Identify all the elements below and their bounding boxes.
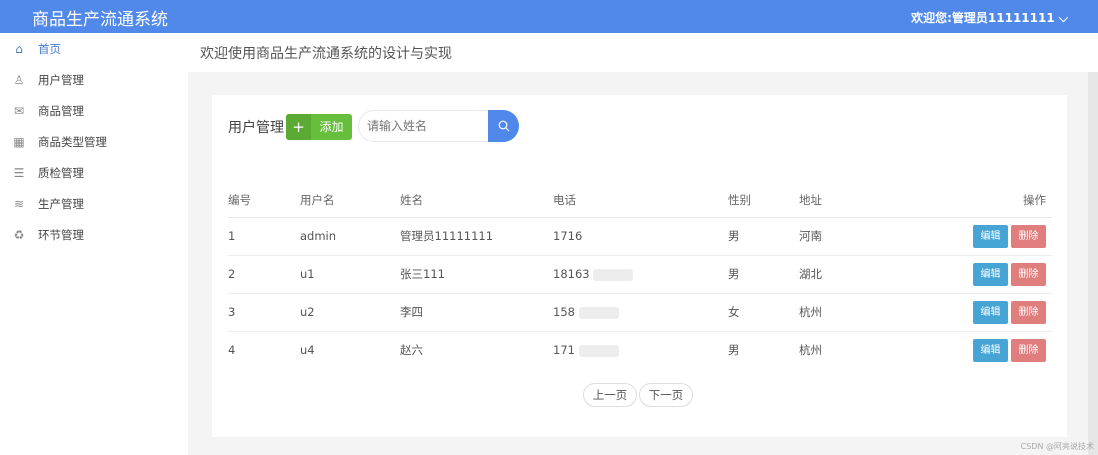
sidebar-item-label: 生产管理	[38, 196, 84, 211]
user-management-card: 用户管理 + 添加 编号 用户名 姓名 电话 性别 地址 操作 1 admin 管…	[212, 95, 1067, 437]
sidebar-item-label: 商品管理	[38, 103, 84, 118]
user-greeting: 欢迎您:管理员11111111	[911, 11, 1055, 25]
sidebar-item-label: 首页	[38, 41, 61, 56]
cell-address: 河南	[799, 217, 899, 256]
watermark: CSDN @阿亮说技术	[1020, 442, 1094, 451]
cell-actions: 编辑 删除	[899, 255, 1052, 294]
sidebar-item[interactable]: ▦ 商品类型管理	[0, 126, 188, 157]
col-username: 用户名	[300, 183, 400, 218]
top-header: 商品生产流通系统 欢迎您:管理员11111111 ⌵	[0, 0, 1098, 33]
sidebar-item[interactable]: ♻ 环节管理	[0, 219, 188, 250]
user-menu[interactable]: 欢迎您:管理员11111111 ⌵	[911, 9, 1068, 26]
cell-name: 管理员11111111	[400, 217, 553, 256]
cell-address: 杭州	[799, 293, 899, 332]
scrollbar[interactable]	[1088, 72, 1098, 455]
edit-button[interactable]: 编辑	[973, 262, 1008, 286]
sidebar-item[interactable]: ✉ 商品管理	[0, 95, 188, 126]
cell-id: 1	[228, 217, 300, 256]
col-address: 地址	[799, 183, 899, 218]
card-title: 用户管理	[228, 120, 284, 136]
clipboard-icon: ☰	[13, 165, 25, 180]
edit-button[interactable]: 编辑	[973, 224, 1008, 248]
cell-id: 2	[228, 255, 300, 294]
cell-name: 张三111	[400, 255, 553, 294]
cell-actions: 编辑 删除	[899, 331, 1052, 369]
cell-phone: 1716	[553, 217, 728, 256]
cell-gender: 男	[728, 255, 799, 294]
recycle-icon: ♻	[13, 227, 25, 242]
sidebar-item[interactable]: ≋ 生产管理	[0, 188, 188, 219]
cell-gender: 男	[728, 217, 799, 256]
delete-button[interactable]: 删除	[1011, 224, 1046, 248]
next-page-button[interactable]: 下一页	[639, 383, 693, 407]
redaction	[578, 306, 619, 319]
cell-username: u1	[300, 255, 400, 294]
page-title: 欢迎使用商品生产流通系统的设计与实现	[200, 46, 452, 62]
sidebar-item-label: 商品类型管理	[38, 134, 107, 149]
sidebar-item[interactable]: ☰ 质检管理	[0, 157, 188, 188]
layers-icon: ≋	[13, 196, 25, 211]
cell-gender: 女	[728, 293, 799, 332]
col-phone: 电话	[553, 183, 728, 218]
add-button[interactable]: + 添加	[286, 114, 352, 140]
cell-phone: 158	[553, 293, 728, 332]
phone-text: 1716	[553, 229, 583, 243]
table-row: 2 u1 张三111 18163 男 湖北 编辑 删除	[228, 255, 1052, 294]
col-id: 编号	[228, 183, 300, 218]
sidebar-item-label: 质检管理	[38, 165, 84, 180]
phone-text: 158	[553, 305, 575, 319]
grid-icon: ▦	[13, 134, 25, 149]
cell-address: 杭州	[799, 343, 822, 358]
cell-name: 李四	[400, 293, 553, 332]
user-table: 编号 用户名 姓名 电话 性别 地址 操作 1 admin 管理员1111111…	[228, 183, 1052, 369]
phone-text: 18163	[553, 267, 590, 281]
chevron-down-icon: ⌵	[1058, 11, 1068, 25]
home-icon: ⌂	[15, 41, 23, 56]
phone-text: 171	[553, 343, 575, 358]
cell-actions: 编辑 删除	[899, 293, 1052, 332]
prev-page-button[interactable]: 上一页	[583, 383, 637, 407]
edit-button[interactable]: 编辑	[973, 300, 1008, 324]
search-input[interactable]	[358, 110, 488, 142]
mail-icon: ✉	[13, 103, 25, 118]
sidebar-item-label: 环节管理	[38, 227, 84, 242]
table-row: 3 u2 李四 158 女 杭州 编辑 删除	[228, 293, 1052, 332]
sidebar: ⌂ 首页 ♙ 用户管理 ✉ 商品管理 ▦ 商品类型管理 ☰ 质检管理 ≋ 生产管理 ♻ 环节管理	[0, 33, 188, 455]
col-name: 姓名	[400, 183, 553, 218]
cell-phone: 18163	[553, 255, 728, 294]
cell-id: 4	[228, 343, 236, 358]
add-label: 添加	[319, 120, 344, 134]
cell-username: admin	[300, 217, 400, 256]
table-row: 1 admin 管理员11111111 1716 男 河南 编辑 删除	[228, 217, 1052, 256]
sidebar-item[interactable]: ♙ 用户管理	[0, 64, 188, 95]
redaction	[593, 268, 634, 281]
edit-button[interactable]: 编辑	[973, 338, 1008, 362]
search-button[interactable]	[488, 110, 519, 142]
delete-button[interactable]: 删除	[1011, 262, 1046, 286]
sidebar-item[interactable]: ⌂ 首页	[0, 33, 188, 64]
redaction	[578, 344, 619, 357]
sidebar-item-label: 用户管理	[38, 72, 84, 87]
col-gender: 性别	[728, 183, 799, 218]
user-icon: ♙	[13, 72, 25, 87]
delete-button[interactable]: 删除	[1011, 338, 1046, 362]
cell-name: 赵六	[400, 343, 423, 358]
plus-icon: +	[286, 114, 311, 140]
delete-button[interactable]: 删除	[1011, 300, 1046, 324]
table-row: 4 u4 赵六 171 男 杭州 编辑 删除	[228, 331, 1052, 369]
pagination: 上一页 下一页	[583, 383, 693, 407]
cell-gender: 男	[728, 343, 740, 358]
cell-username: u2	[300, 293, 400, 332]
cell-address: 湖北	[799, 255, 899, 294]
cell-username: u4	[300, 343, 315, 358]
cell-phone: 171	[553, 331, 728, 369]
cell-actions: 编辑 删除	[899, 217, 1052, 256]
app-title: 商品生产流通系统	[32, 10, 168, 30]
search-icon	[498, 120, 509, 132]
cell-id: 3	[228, 293, 300, 332]
col-actions: 操作	[899, 183, 1052, 218]
